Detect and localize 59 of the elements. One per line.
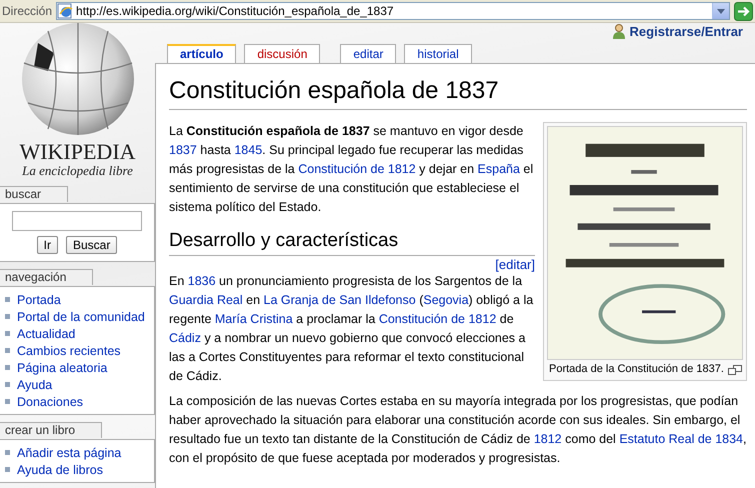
sidebar-link[interactable]: Donaciones <box>17 394 84 408</box>
sidebar-link[interactable]: Ayuda <box>17 378 52 392</box>
sidebar-link[interactable]: Página aleatoria <box>17 360 108 374</box>
portlet-title: buscar <box>0 186 68 202</box>
search-field[interactable] <box>12 211 142 231</box>
article-link[interactable]: María Cristina <box>214 312 293 326</box>
address-field[interactable]: http://es.wikipedia.org/wiki/Constitución_española_de_1837 <box>56 2 730 20</box>
article-link[interactable]: Segovia <box>423 293 469 307</box>
url-text: http://es.wikipedia.org/wiki/Constitución_española_de_1837 <box>76 4 395 18</box>
user-icon <box>612 24 626 39</box>
bullet-icon <box>5 297 10 302</box>
tab[interactable]: artículo <box>167 44 236 63</box>
article-link[interactable]: Estatuto Real de 1834 <box>619 432 744 446</box>
page-title: Constitución española de 1837 <box>169 76 747 110</box>
sidebar-link[interactable]: Ayuda de libros <box>17 462 103 476</box>
logo-wordmark: WIKIPEDIA <box>19 141 136 163</box>
bullet-icon <box>5 348 10 353</box>
portlet-title: crear un libro <box>0 422 102 438</box>
article-link[interactable]: La Granja de San Ildefonso <box>264 293 416 307</box>
article-link[interactable]: España <box>478 162 520 176</box>
article-link[interactable]: Guardia Real <box>169 293 243 307</box>
article-link[interactable]: 1845 <box>234 143 262 157</box>
sidebar-link[interactable]: Portal de la comunidad <box>17 310 145 324</box>
bullet-icon <box>5 331 10 336</box>
sidebar-link[interactable]: Actualidad <box>17 326 76 340</box>
article-link[interactable]: 1836 <box>188 274 216 288</box>
edit-section-link[interactable]: [editar] <box>495 257 535 272</box>
sidebar-link[interactable]: Portada <box>17 292 61 306</box>
bullet-icon <box>5 382 10 387</box>
paragraph: La composición de las nuevas Cortes estaba en su mayoría integrada por los progresistas, que podían haber aprovechado la situación para elaborar una constitución acorde con sus ideales. Sin embargo, el resultado fue un texto tan distante de la Constitución de Cádiz de 1812 como del Estatuto Real de 1834, con el propósito de que fuese aceptada por moderados y progresistas. <box>169 393 747 467</box>
bullet-icon <box>5 365 10 370</box>
bullet-icon <box>5 399 10 404</box>
enlarge-icon[interactable] <box>728 364 742 374</box>
caret-icon <box>717 8 725 14</box>
portlet-title: navegación <box>0 269 94 285</box>
sidebar-link[interactable]: Añadir esta página <box>17 446 122 460</box>
logo-tagline: La enciclopedia libre <box>22 163 133 178</box>
tab[interactable]: editar <box>340 44 396 63</box>
article-link[interactable]: Cádiz <box>169 331 201 345</box>
paragraph: En 1836 un pronunciamiento progresista de los Sargentos de la Guardia Real en La Granja de San Ildefonso (Segovia) obligó a la regente María Cristina a proclamar la Constitución de 1812 de Cádiz y a nombrar un nuevo gobierno que convocó elecciones a las a Cortes Constituyentes para reformar el texto constitucional de Cádiz. <box>169 273 534 385</box>
article-link[interactable]: Constitución de 1812 <box>298 162 416 176</box>
thumbnail-caption: Portada de la Constitución de 1837. <box>549 362 724 377</box>
article-link[interactable]: 1812 <box>534 432 562 446</box>
tab[interactable]: historial <box>404 44 472 63</box>
sidebar-link[interactable]: Cambios recientes <box>17 344 121 358</box>
page-icon <box>57 3 74 19</box>
login-link[interactable]: Registrarse/Entrar <box>630 24 743 39</box>
bullet-icon <box>5 450 10 455</box>
dropdown-button[interactable] <box>712 3 729 19</box>
bullet-icon <box>5 314 10 319</box>
search-button[interactable]: Buscar <box>66 236 118 254</box>
address-label: Dirección <box>2 4 52 18</box>
section-heading: Desarrollo y características <box>169 229 535 256</box>
search-button[interactable]: Ir <box>36 236 58 254</box>
article-link[interactable]: 1837 <box>169 143 197 157</box>
article-link[interactable]: Constitución de 1812 <box>378 312 496 326</box>
paragraph: La Constitución española de 1837 se mantuvo en vigor desde 1837 hasta 1845. Su principal legado fue recuperar las medidas más progresistas de la Constitución de 1812 y dejar en España el sentimiento de servirse de una constitución que estableciese el sistema político del Estado. <box>169 123 534 216</box>
tab[interactable]: discusión <box>244 44 320 63</box>
bullet-icon <box>5 467 10 472</box>
